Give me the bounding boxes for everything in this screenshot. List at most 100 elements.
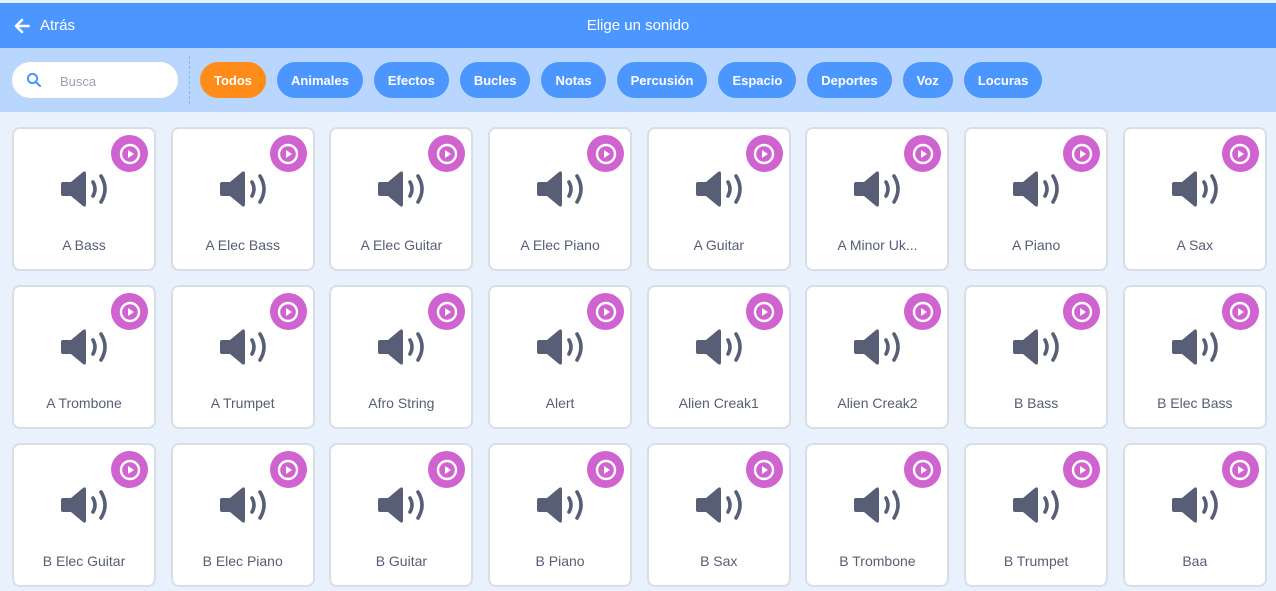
sound-card[interactable]: Alien Creak1 [646, 285, 791, 429]
sound-name: B Elec Guitar [42, 553, 126, 569]
play-icon [277, 143, 299, 164]
speaker-icon [1171, 171, 1218, 207]
search-input[interactable] [58, 69, 172, 93]
play-button[interactable] [428, 135, 466, 172]
sound-name: Alien Creak2 [837, 395, 918, 411]
sound-card[interactable]: Baa [1122, 443, 1267, 587]
speaker-icon [219, 329, 266, 365]
play-button[interactable] [1221, 451, 1259, 488]
speaker-icon [61, 487, 107, 523]
sound-name: Afro String [368, 395, 435, 411]
play-button[interactable] [1221, 293, 1259, 330]
play-button[interactable] [269, 451, 307, 488]
play-icon [1071, 301, 1092, 322]
speaker-icon [1171, 487, 1218, 523]
play-button[interactable] [428, 293, 466, 330]
play-icon [1230, 459, 1251, 480]
speaker-icon [854, 329, 901, 365]
tag-bucles-button[interactable]: Bucles [459, 62, 531, 98]
speaker-icon [61, 171, 107, 207]
sound-card[interactable]: B Guitar [329, 443, 474, 587]
sound-name: B Bass [1013, 395, 1059, 411]
speaker-icon [378, 171, 425, 207]
sound-card[interactable]: B Elec Guitar [12, 443, 156, 587]
play-button[interactable] [269, 135, 307, 172]
sound-card[interactable]: A Piano [964, 127, 1109, 271]
speaker-icon [695, 487, 742, 523]
sound-card[interactable]: A Guitar [646, 127, 791, 271]
tag-deportes-button[interactable]: Deportes [807, 62, 892, 98]
sound-card[interactable]: B Trombone [805, 443, 950, 587]
sound-card[interactable]: B Trumpet [964, 443, 1109, 587]
speaker-icon [1013, 487, 1059, 523]
play-icon [119, 459, 140, 480]
header-bar: Atrás Elige un sonido [0, 3, 1276, 48]
sound-card[interactable]: B Piano [488, 443, 633, 587]
play-button[interactable] [904, 135, 942, 172]
play-button[interactable] [587, 135, 625, 172]
play-icon [1230, 143, 1251, 164]
sound-card[interactable]: A Elec Piano [488, 127, 633, 271]
tag-notas-button[interactable]: Notas [541, 62, 606, 98]
sound-card[interactable]: B Elec Bass [1122, 285, 1267, 429]
speaker-icon [537, 487, 583, 523]
play-button[interactable] [745, 451, 783, 488]
tag-animales-button[interactable]: Animales [277, 62, 363, 98]
play-button[interactable] [904, 293, 942, 330]
filter-divider [189, 56, 190, 104]
sound-card[interactable]: Alert [488, 285, 633, 429]
speaker-icon [854, 487, 901, 523]
play-button[interactable] [111, 451, 148, 488]
play-icon [119, 301, 140, 322]
play-icon [595, 143, 616, 164]
search-box[interactable] [12, 62, 178, 98]
sound-name: A Elec Guitar [360, 237, 443, 253]
play-button[interactable] [428, 451, 466, 488]
play-button[interactable] [587, 451, 625, 488]
sound-card[interactable]: A Bass [12, 127, 156, 271]
sound-card[interactable]: A Elec Guitar [329, 127, 474, 271]
sound-card[interactable]: Alien Creak2 [805, 285, 950, 429]
play-button[interactable] [1063, 135, 1101, 172]
sound-card[interactable]: B Sax [646, 443, 791, 587]
sound-card[interactable]: A Minor Uk... [805, 127, 950, 271]
sound-name: A Bass [62, 237, 106, 253]
play-button[interactable] [745, 293, 783, 330]
speaker-icon [1013, 329, 1059, 365]
sound-card[interactable]: A Trombone [12, 285, 156, 429]
play-button[interactable] [745, 135, 783, 172]
filter-bar: Todos Animales Efectos Bucles Notas Percusión… [0, 48, 1276, 112]
play-icon [912, 143, 934, 164]
tag-voz-button[interactable]: Voz [902, 62, 953, 98]
sound-card[interactable]: B Bass [964, 285, 1109, 429]
play-icon [1071, 459, 1092, 480]
tag-locuras-button[interactable]: Locuras [963, 62, 1043, 98]
speaker-icon [219, 171, 266, 207]
sound-card[interactable]: Afro String [329, 285, 474, 429]
play-button[interactable] [111, 135, 148, 172]
back-button[interactable]: Atrás [14, 3, 75, 48]
play-button[interactable] [904, 451, 942, 488]
arrow-left-icon [14, 18, 30, 33]
sound-card[interactable]: A Trumpet [170, 285, 315, 429]
play-button[interactable] [587, 293, 625, 330]
play-button[interactable] [1221, 135, 1259, 172]
play-button[interactable] [111, 293, 148, 330]
sound-name: B Trumpet [1003, 553, 1069, 569]
tag-efectos-button[interactable]: Efectos [373, 62, 449, 98]
play-button[interactable] [269, 293, 307, 330]
sound-card[interactable]: A Sax [1122, 127, 1267, 271]
sound-card[interactable]: A Elec Bass [170, 127, 315, 271]
tag-percusion-button[interactable]: Percusión [616, 62, 708, 98]
play-icon [754, 301, 775, 322]
play-button[interactable] [1063, 451, 1101, 488]
tag-espacio-button[interactable]: Espacio [718, 62, 797, 98]
sound-card[interactable]: B Elec Piano [170, 443, 315, 587]
play-button[interactable] [1063, 293, 1101, 330]
sound-name: B Elec Piano [202, 553, 283, 569]
speaker-icon [219, 487, 266, 523]
tag-todos-button[interactable]: Todos [200, 62, 267, 98]
play-icon [912, 459, 934, 480]
sound-name: A Trombone [46, 395, 122, 411]
sound-name: A Elec Piano [520, 237, 600, 253]
